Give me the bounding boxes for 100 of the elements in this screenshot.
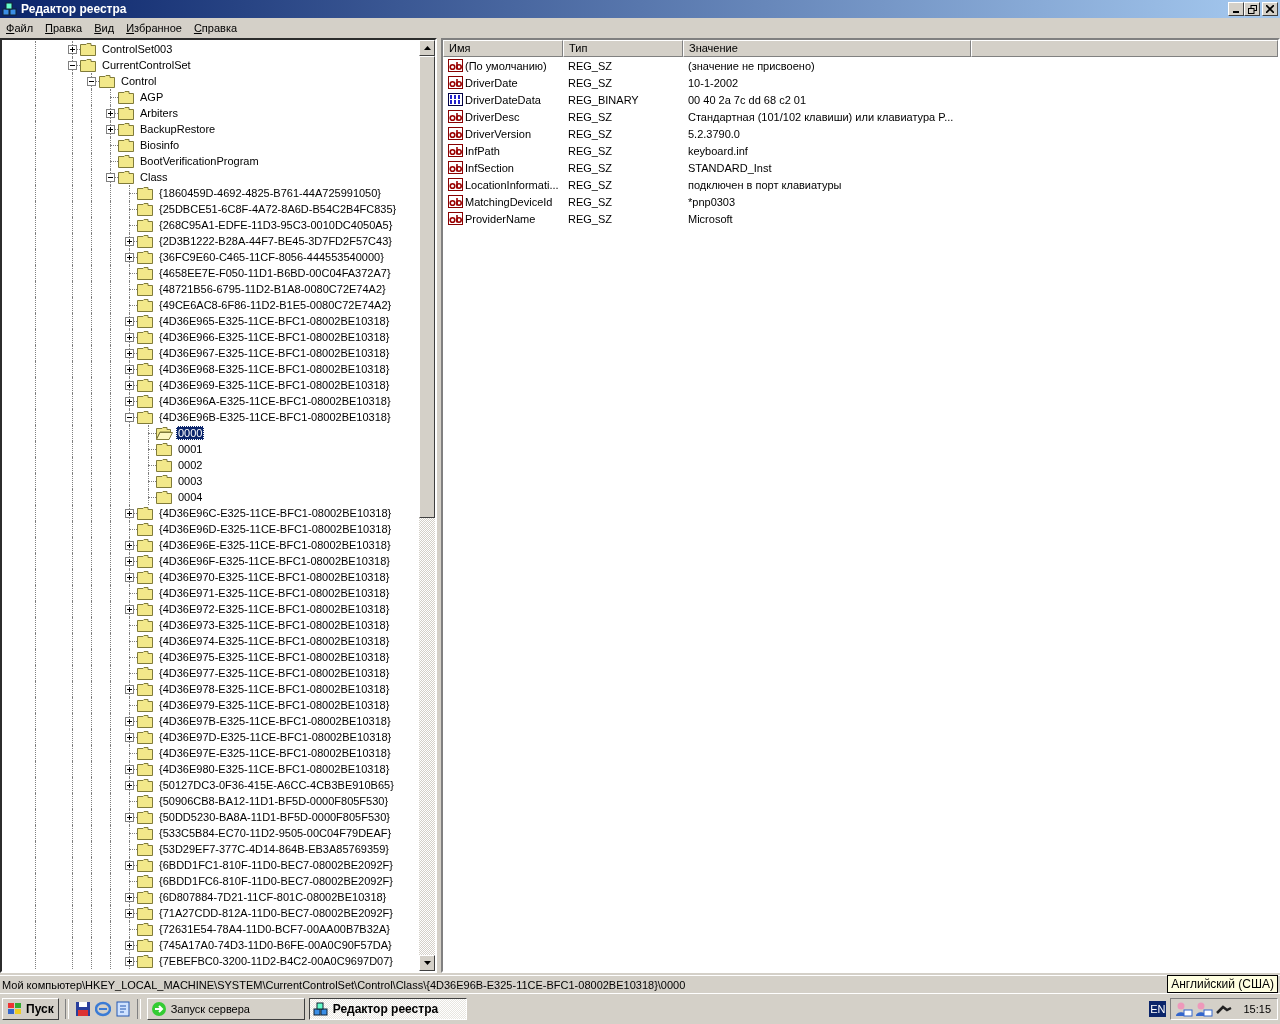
tree-item[interactable]: {50DD5230-BA8A-11D1-BF5D-0000F805F530} [157,810,392,824]
tree-item[interactable]: {4D36E96B-E325-11CE-BFC1-08002BE10318} [157,410,393,424]
expand-icon[interactable] [125,908,134,918]
expand-icon[interactable] [125,252,134,262]
tree-item[interactable]: {4D36E968-E325-11CE-BFC1-08002BE10318} [157,362,392,376]
tree-item[interactable]: Control [119,74,159,88]
value-name[interactable]: InfPath [465,144,500,157]
expand-icon[interactable] [125,364,134,374]
expand-icon[interactable] [68,44,77,54]
tree-item[interactable]: {36FC9E60-C465-11CF-8056-444553540000} [157,250,386,264]
value-name[interactable]: LocationInformati... [465,178,559,191]
expand-icon[interactable] [125,316,134,326]
expand-icon[interactable] [125,812,134,822]
collapse-icon[interactable] [68,60,77,70]
tree-item[interactable]: {4D36E967-E325-11CE-BFC1-08002BE10318} [157,346,392,360]
tree-item[interactable]: CurrentControlSet [100,58,193,72]
tree-item[interactable]: {4D36E972-E325-11CE-BFC1-08002BE10318} [157,602,392,616]
tree-item[interactable]: {4D36E97B-E325-11CE-BFC1-08002BE10318} [157,714,393,728]
user-card-icon[interactable] [1195,1001,1214,1017]
tree-item[interactable]: {4D36E973-E325-11CE-BFC1-08002BE10318} [157,618,392,632]
tree-item[interactable]: {72631E54-78A4-11D0-BCF7-00AA00B7B32A} [157,922,392,936]
collapse-icon[interactable] [87,76,96,86]
tree-item[interactable]: {533C5B84-EC70-11D2-9505-00C04F79DEAF} [157,826,394,840]
minimize-button[interactable] [1228,2,1244,16]
tree-item[interactable]: Class [138,170,170,184]
taskbar-button[interactable]: Редактор реестра [308,998,467,1020]
expand-icon[interactable] [125,380,134,390]
menu-item[interactable]: Вид [88,22,121,34]
tree-item[interactable]: {4D36E97D-E325-11CE-BFC1-08002BE10318} [157,730,394,744]
tree-item[interactable]: 0004 [176,490,205,504]
tree-item[interactable]: Biosinfo [138,138,182,152]
tree-item[interactable]: {4D36E96A-E325-11CE-BFC1-08002BE10318} [157,394,393,408]
tree-item[interactable]: {4D36E974-E325-11CE-BFC1-08002BE10318} [157,634,392,648]
expand-icon[interactable] [125,892,134,902]
expand-icon[interactable] [125,556,134,566]
tree-item[interactable]: BootVerificationProgram [138,154,261,168]
tree-item[interactable]: {4D36E96E-E325-11CE-BFC1-08002BE10318} [157,538,393,552]
value-name[interactable]: DriverDateData [465,93,541,106]
collapse-icon[interactable] [125,412,134,422]
tree-item[interactable]: {4D36E96F-E325-11CE-BFC1-08002BE10318} [157,554,392,568]
tree-item[interactable]: {4D36E971-E325-11CE-BFC1-08002BE10318} [157,586,392,600]
language-indicator[interactable]: EN [1149,1001,1167,1017]
tree-item[interactable]: {4D36E979-E325-11CE-BFC1-08002BE10318} [157,698,392,712]
tree-item[interactable]: 0001 [176,442,205,456]
menu-item[interactable]: Файл [0,22,40,34]
tree-item[interactable]: {2D3B1222-B28A-44F7-BE45-3D7FD2F57C43} [157,234,394,248]
menu-item[interactable]: Правка [39,22,89,34]
expand-icon[interactable] [125,764,134,774]
tree-item[interactable]: {4D36E978-E325-11CE-BFC1-08002BE10318} [157,682,392,696]
tree-item[interactable]: {50127DC3-0F36-415E-A6CC-4CB3BE910B65} [157,778,396,792]
tree-item[interactable]: {53D29EF7-377C-4D14-864B-EB3A85769359} [157,842,391,856]
tree-item[interactable]: {6BDD1FC6-810F-11D0-BEC7-08002BE2092F} [157,874,395,888]
tree-item[interactable]: BackupRestore [138,122,218,136]
tree-item[interactable]: {4D36E970-E325-11CE-BFC1-08002BE10318} [157,570,392,584]
value-name[interactable]: ProviderName [465,212,536,225]
restore-button[interactable] [1244,2,1260,16]
expand-icon[interactable] [125,604,134,614]
value-name[interactable]: InfSection [465,161,514,174]
value-name[interactable]: DriverDate [465,76,518,89]
taskbar-button[interactable]: Запуск сервера [146,998,305,1020]
expand-icon[interactable] [106,124,115,134]
menu-item[interactable]: Справка [187,22,244,34]
column-header[interactable]: Значение [683,40,971,57]
tree-item[interactable]: {71A27CDD-812A-11D0-BEC7-08002BE2092F} [157,906,395,920]
expand-icon[interactable] [125,348,134,358]
expand-icon[interactable] [125,540,134,550]
collapse-icon[interactable] [106,172,115,182]
column-header[interactable]: Тип [563,40,683,57]
scrollbar-thumb[interactable] [419,56,435,518]
scroll-down-button[interactable] [419,955,435,971]
tree-item[interactable]: {1860459D-4692-4825-B761-44A725991050} [157,186,384,200]
value-name[interactable]: DriverVersion [465,127,532,140]
expand-icon[interactable] [125,508,134,518]
tree-item[interactable]: {6BDD1FC1-810F-11D0-BEC7-08002BE2092F} [157,858,395,872]
value-name[interactable]: (По умолчанию) [465,59,547,72]
tree-item[interactable]: {4D36E97E-E325-11CE-BFC1-08002BE10318} [157,746,393,760]
expand-icon[interactable] [125,716,134,726]
expand-icon[interactable] [125,684,134,694]
tree-item[interactable]: {50906CB8-BA12-11D1-BF5D-0000F805F530} [157,794,391,808]
tree-item[interactable]: {4D36E965-E325-11CE-BFC1-08002BE10318} [157,314,392,328]
tree-item[interactable]: 0002 [176,458,205,472]
expand-icon[interactable] [125,956,134,966]
tree-item[interactable]: {745A17A0-74D3-11D0-B6FE-00A0C90F57DA} [157,938,394,952]
value-name[interactable]: MatchingDeviceId [465,195,553,208]
expand-icon[interactable] [125,940,134,950]
tree-item[interactable]: 0003 [176,474,205,488]
expand-icon[interactable] [125,236,134,246]
tree-item[interactable]: {4D36E96D-E325-11CE-BFC1-08002BE10318} [157,522,394,536]
tree-item[interactable]: {4D36E966-E325-11CE-BFC1-08002BE10318} [157,330,392,344]
tree-item[interactable]: {4D36E975-E325-11CE-BFC1-08002BE10318} [157,650,392,664]
tree-item[interactable]: 0000 [176,426,205,440]
tree-item[interactable]: AGP [138,90,166,104]
expand-icon[interactable] [125,572,134,582]
tree-item[interactable]: {48721B56-6795-11D2-B1A8-0080C72E74A2} [157,282,388,296]
column-header[interactable]: Имя [443,40,563,57]
expand-icon[interactable] [125,396,134,406]
tree-item[interactable]: {49CE6AC8-6F86-11D2-B1E5-0080C72E74A2} [157,298,394,312]
expand-icon[interactable] [125,732,134,742]
value-name[interactable]: DriverDesc [465,110,520,123]
tree-item[interactable]: ControlSet003 [100,42,175,56]
